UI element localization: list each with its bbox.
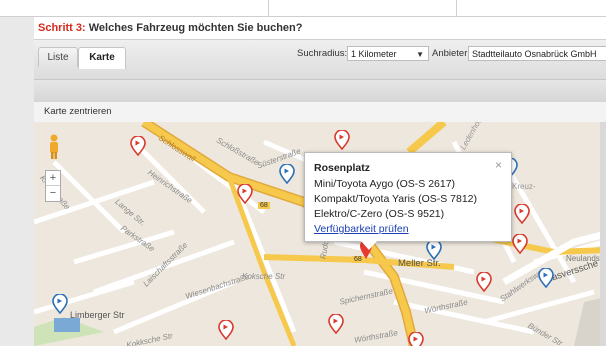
popup-vehicle-line: Elektro/C-Zero (OS-S 9521) [314,208,445,220]
radius-select[interactable]: 1 Kilometer ▼ [347,46,429,61]
car-location-marker-icon[interactable] [218,320,234,340]
radius-label: Suchradius: [297,48,348,59]
zoom-in-button[interactable]: + [46,171,60,186]
car-location-marker-icon[interactable] [514,204,530,224]
map-toolbar [34,79,606,103]
zoom-out-button[interactable]: − [46,186,60,200]
step-heading: Schritt 3: Welches Fahrzeug möchten Sie … [38,22,302,34]
station-info-popup: Rosenplatz × Mini/Toyota Aygo (OS-S 2617… [304,152,512,250]
car-location-marker-icon[interactable] [512,234,528,254]
provider-label: Anbieter: [432,48,471,59]
popup-pointer [361,241,377,250]
close-icon[interactable]: × [495,158,502,172]
car-location-marker-icon[interactable] [279,164,295,184]
step-number: Schritt 3: [38,22,86,34]
zoom-control: + − [45,170,61,202]
car-location-marker-icon[interactable] [538,268,554,288]
tab-bar: Liste Karte Suchradius: 1 Kilometer ▼ An… [34,39,606,80]
street-label: Kreuz- [512,182,536,191]
car-location-marker-icon[interactable] [52,294,68,314]
popup-title: Rosenplatz [314,162,371,174]
car-location-marker-icon[interactable] [334,130,350,150]
tab-liste-label: Liste [47,52,69,63]
tab-karte-label: Karte [89,52,115,63]
step-question: Welches Fahrzeug möchten Sie buchen? [88,22,303,34]
map-canvas[interactable]: Schlosswall Schloßstraße Süsterstraße He… [34,122,606,346]
center-map-button[interactable]: Karte zentrieren [44,106,112,117]
left-gutter [0,17,34,346]
road-number-badge: 68 [258,202,270,209]
top-strip [0,0,606,17]
scrollbar[interactable] [600,122,606,346]
popup-vehicle-line: Kompakt/Toyota Yaris (OS-S 7812) [314,193,478,205]
car-location-marker-icon[interactable] [328,314,344,334]
top-strip-divider [268,0,269,16]
car-location-marker-icon[interactable] [408,332,424,346]
center-map-bar: Karte zentrieren [34,102,606,123]
radius-select-value: 1 Kilometer [351,49,397,59]
street-label: Limberger Str [70,310,125,320]
street-view-pegman-icon[interactable] [48,134,60,160]
street-label: Koksche Str [242,272,286,281]
availability-link[interactable]: Verfügbarkeit prüfen [314,223,409,235]
car-location-marker-icon[interactable] [426,240,442,260]
provider-select-value: Stadtteilauto Osnabrück GmbH [472,49,597,59]
booking-panel: Schritt 3: Welches Fahrzeug möchten Sie … [34,17,606,346]
chevron-down-icon: ▼ [416,50,424,59]
popup-vehicle-line: Mini/Toyota Aygo (OS-S 2617) [314,178,456,190]
tab-liste[interactable]: Liste [38,47,78,67]
car-location-marker-icon[interactable] [130,136,146,156]
car-location-marker-icon[interactable] [237,184,253,204]
top-strip-divider [456,0,457,16]
car-location-marker-icon[interactable] [476,272,492,292]
provider-select[interactable]: Stadtteilauto Osnabrück GmbH [468,46,606,61]
tab-karte[interactable]: Karte [78,47,126,69]
